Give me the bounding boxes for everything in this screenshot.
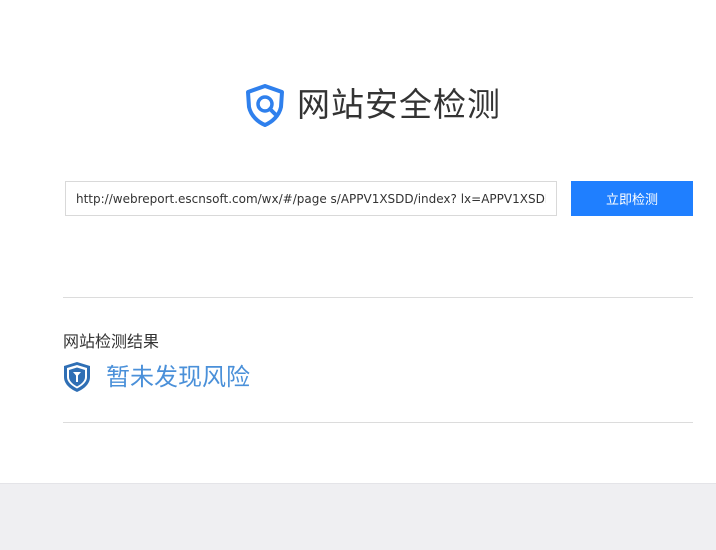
result-status-text: 暂未发现风险 [106,363,250,391]
page: 网站安全检测 立即检测 网站检测结果 暂未发现风险 [0,0,716,550]
result-status-row: 暂未发现风险 [63,360,250,394]
url-input[interactable] [65,181,557,216]
shield-search-icon [246,84,284,127]
result-heading: 网站检测结果 [63,332,160,351]
divider-top [63,297,693,298]
page-title: 网站安全检测 [297,85,501,124]
shield-check-icon [64,362,90,392]
brand-header: 网站安全检测 [243,82,501,128]
divider-bottom [63,422,693,423]
check-now-button[interactable]: 立即检测 [571,181,693,216]
footer-band [0,483,716,550]
